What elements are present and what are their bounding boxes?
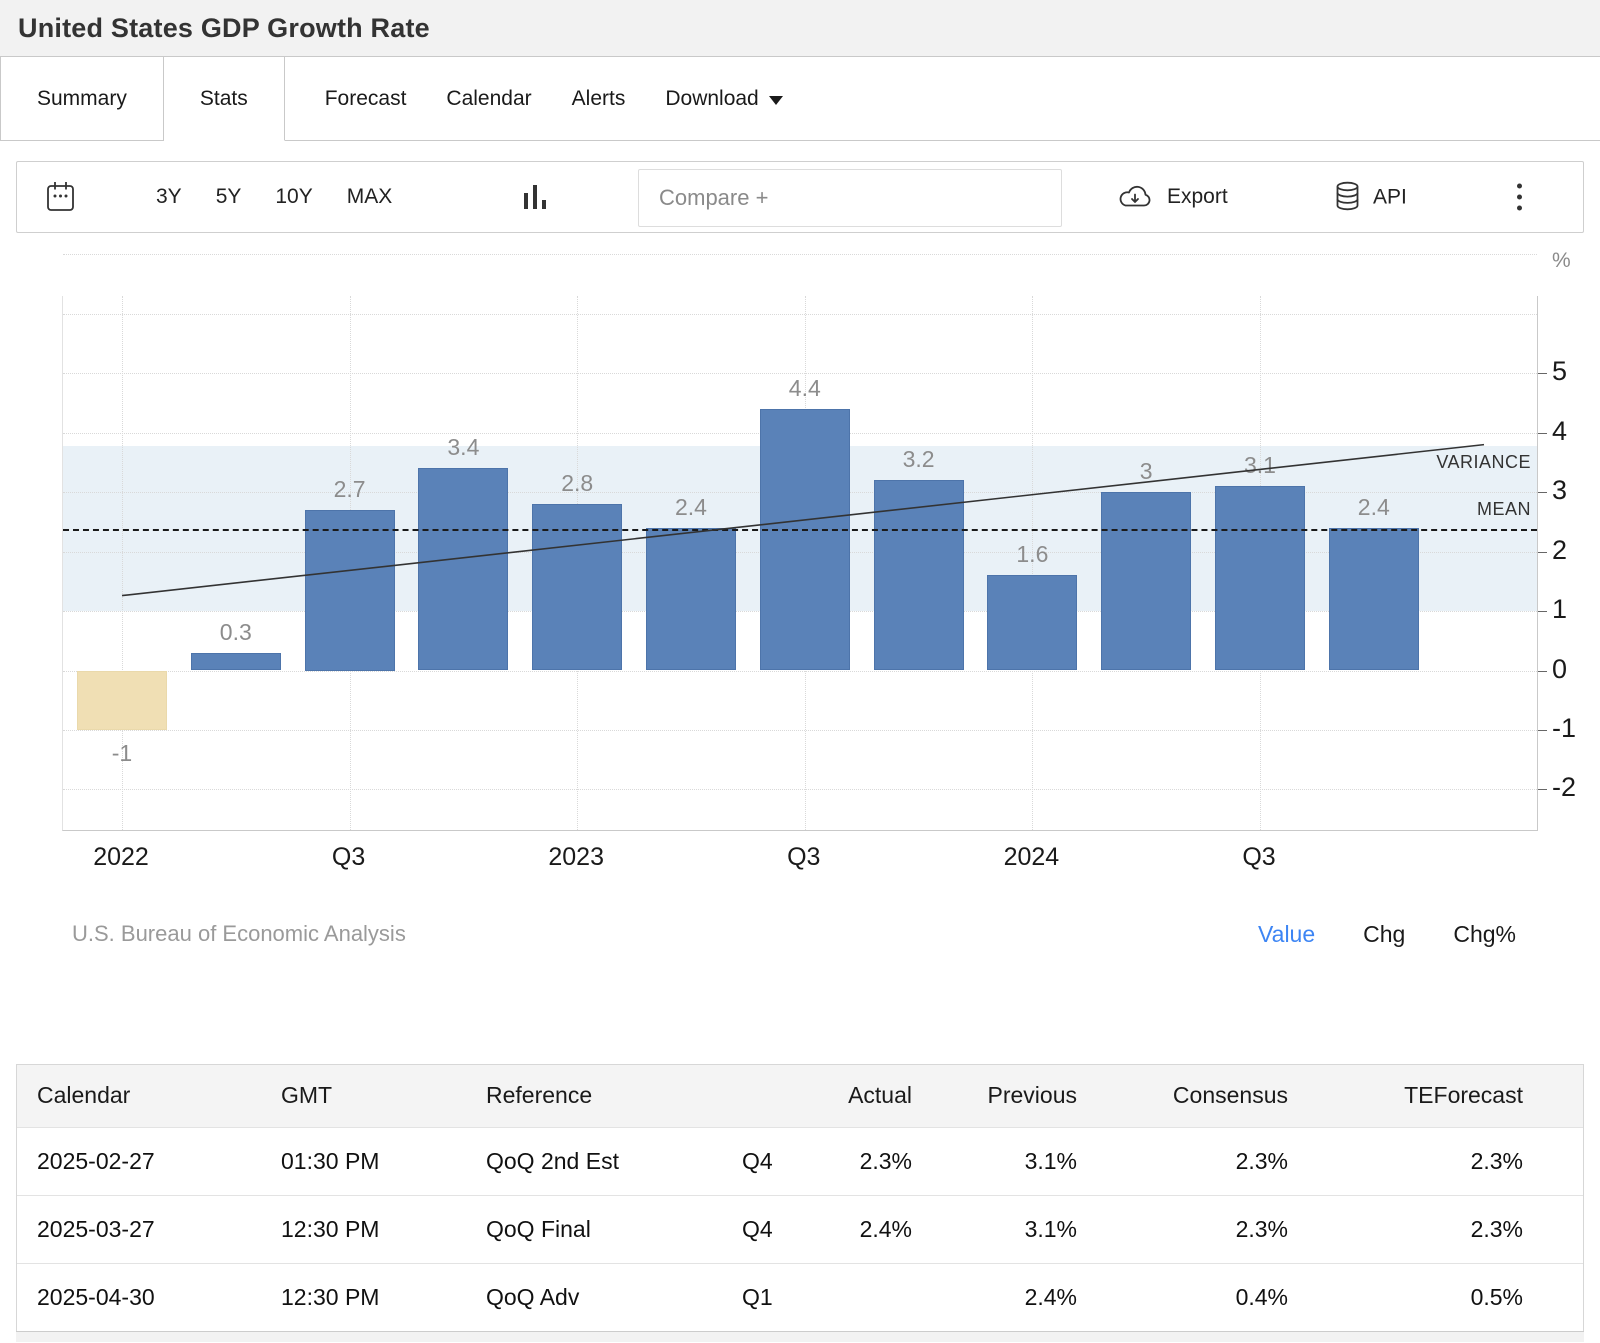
chevron-down-icon	[769, 96, 783, 105]
export-label: Export	[1167, 185, 1228, 209]
tab-download[interactable]: Download	[665, 57, 782, 140]
col-calendar: Calendar	[17, 1065, 261, 1127]
tab-bar: Summary Stats Forecast Calendar Alerts D…	[0, 57, 1600, 141]
database-icon	[1334, 181, 1361, 214]
chart-toolbar: 3Y 5Y 10Y MAX Export	[16, 161, 1584, 233]
export-button[interactable]: Export	[1115, 182, 1228, 212]
table-cell: Q4	[722, 1127, 842, 1195]
h-gridline	[63, 254, 1537, 255]
toggle-chgpct[interactable]: Chg%	[1453, 921, 1516, 948]
table-cell: 2.3%	[842, 1127, 922, 1195]
x-tick-label: Q3	[1189, 843, 1329, 872]
chart-type-icon[interactable]	[523, 182, 547, 212]
table-cell: 2025-04-30	[17, 1263, 261, 1331]
x-tick-label: 2023	[506, 843, 646, 872]
y-tick-mark	[1538, 671, 1547, 672]
table-row[interactable]: 2025-02-2701:30 PMQoQ 2nd EstQ42.3%3.1%2…	[17, 1127, 1583, 1195]
x-tick-label: 2022	[51, 843, 191, 872]
table-cell: 12:30 PM	[261, 1195, 466, 1263]
title-bar: United States GDP Growth Rate	[0, 0, 1600, 57]
table-cell: 2.4%	[922, 1263, 1087, 1331]
table-cell: Q1	[722, 1263, 842, 1331]
source-attribution: U.S. Bureau of Economic Analysis	[72, 921, 406, 947]
page-title: United States GDP Growth Rate	[18, 13, 430, 44]
table-cell: 2.4%	[842, 1195, 922, 1263]
chart-card: % -10.32.73.42.82.44.43.21.633.12.4VARIA…	[0, 233, 1600, 988]
api-button[interactable]: API	[1334, 181, 1407, 214]
range-3y[interactable]: 3Y	[156, 185, 182, 209]
y-tick-mark	[1538, 730, 1547, 731]
calendar-icon[interactable]	[45, 181, 76, 214]
y-tick-mark	[1538, 492, 1547, 493]
range-max[interactable]: MAX	[347, 185, 393, 209]
y-tick-label: 4	[1552, 416, 1600, 447]
col-gmt: GMT	[261, 1065, 466, 1127]
y-tick-label: 1	[1552, 594, 1600, 625]
series-mode-toggles: Value Chg Chg%	[1258, 921, 1516, 948]
table-cell: 0.4%	[1087, 1263, 1298, 1331]
table-cell: 2.3%	[1087, 1195, 1298, 1263]
trend-line	[63, 296, 1539, 831]
table-row[interactable]: 2025-04-3012:30 PMQoQ AdvQ1 2.4%0.4%0.5%	[17, 1263, 1583, 1331]
y-tick-mark	[1538, 373, 1547, 374]
range-5y[interactable]: 5Y	[216, 185, 242, 209]
toggle-value[interactable]: Value	[1258, 921, 1315, 948]
api-label: API	[1373, 185, 1407, 209]
toggle-chg[interactable]: Chg	[1363, 921, 1405, 948]
compare-input[interactable]	[638, 169, 1062, 227]
y-tick-mark	[1538, 611, 1547, 612]
col-consensus: Consensus	[1087, 1065, 1298, 1127]
range-10y[interactable]: 10Y	[275, 185, 312, 209]
next-section-edge	[16, 1331, 1584, 1342]
table-cell: 2.3%	[1298, 1195, 1533, 1263]
table-cell	[842, 1263, 922, 1331]
y-tick-label: 3	[1552, 475, 1600, 506]
col-actual: Actual	[842, 1065, 922, 1127]
table-cell: 12:30 PM	[261, 1263, 466, 1331]
tab-alerts[interactable]: Alerts	[572, 57, 626, 140]
table-cell: 01:30 PM	[261, 1127, 466, 1195]
table-cell: QoQ Adv	[466, 1263, 722, 1331]
y-tick-mark	[1538, 789, 1547, 790]
y-tick-mark	[1538, 433, 1547, 434]
x-tick-label: 2024	[961, 843, 1101, 872]
range-selector: 3Y 5Y 10Y MAX	[156, 185, 392, 209]
gdp-growth-bar-chart: -10.32.73.42.82.44.43.21.633.12.4VARIANC…	[62, 296, 1538, 831]
calendar-table-body: 2025-02-2701:30 PMQoQ 2nd EstQ42.3%3.1%2…	[17, 1127, 1583, 1331]
col-quarter	[722, 1065, 842, 1127]
col-reference: Reference	[466, 1065, 722, 1127]
table-cell: Q4	[722, 1195, 842, 1263]
table-cell: 0.5%	[1298, 1263, 1533, 1331]
more-options-icon[interactable]	[1517, 184, 1522, 211]
y-tick-label: 5	[1552, 356, 1600, 387]
table-cell: 3.1%	[922, 1127, 1087, 1195]
tab-stats[interactable]: Stats	[164, 57, 285, 141]
y-tick-label: 0	[1552, 654, 1600, 685]
cloud-download-icon	[1115, 182, 1155, 212]
col-teforecast: TEForecast	[1298, 1065, 1533, 1127]
tab-calendar[interactable]: Calendar	[446, 57, 531, 140]
y-tick-label: -2	[1552, 772, 1600, 803]
table-cell: 2025-03-27	[17, 1195, 261, 1263]
col-previous: Previous	[922, 1065, 1087, 1127]
table-cell: 3.1%	[922, 1195, 1087, 1263]
x-tick-label: Q3	[734, 843, 874, 872]
table-header-row: Calendar GMT Reference Actual Previous C…	[17, 1065, 1583, 1127]
table-cell: 2.3%	[1298, 1127, 1533, 1195]
calendar-table: Calendar GMT Reference Actual Previous C…	[16, 1064, 1584, 1331]
y-tick-label: -1	[1552, 713, 1600, 744]
table-cell: 2025-02-27	[17, 1127, 261, 1195]
tab-forecast[interactable]: Forecast	[325, 57, 407, 140]
table-cell: QoQ Final	[466, 1195, 722, 1263]
y-tick-label: 2	[1552, 535, 1600, 566]
x-tick-label: Q3	[279, 843, 419, 872]
y-tick-mark	[1538, 552, 1547, 553]
table-row[interactable]: 2025-03-2712:30 PMQoQ FinalQ42.4%3.1%2.3…	[17, 1195, 1583, 1263]
tab-summary[interactable]: Summary	[0, 57, 164, 140]
table-cell: QoQ 2nd Est	[466, 1127, 722, 1195]
table-cell: 2.3%	[1087, 1127, 1298, 1195]
y-axis-unit: %	[1552, 249, 1571, 273]
